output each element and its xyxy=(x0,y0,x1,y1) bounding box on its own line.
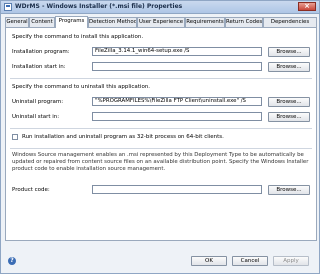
installation-program-field[interactable]: FileZilla_3.14.1_win64-setup.exe /S xyxy=(92,47,262,56)
apply-button[interactable]: Apply xyxy=(273,256,309,266)
cancel-button[interactable]: Cancel xyxy=(232,256,268,266)
tab-dependencies[interactable]: Dependencies xyxy=(263,17,317,27)
tab-programs[interactable]: Programs xyxy=(55,16,88,28)
window-icon xyxy=(4,3,12,11)
tab-requirements[interactable]: Requirements xyxy=(185,17,225,27)
run-32bit-label: Run installation and uninstall program a… xyxy=(22,134,224,140)
title-bar[interactable]: WDrMS - Windows Installer (*.msi file) P… xyxy=(1,1,319,14)
run-32bit-checkbox[interactable] xyxy=(12,134,18,140)
product-code-field[interactable] xyxy=(92,185,262,194)
window-title: WDrMS - Windows Installer (*.msi file) P… xyxy=(15,3,183,10)
uninstall-heading: Specify the command to uninstall this ap… xyxy=(12,84,151,90)
uninstall-program-browse-button[interactable]: Browse... xyxy=(268,97,310,107)
close-button[interactable]: × xyxy=(298,2,316,11)
separator xyxy=(10,78,312,79)
tab-content[interactable]: Content xyxy=(29,17,55,27)
installation-program-browse-button[interactable]: Browse... xyxy=(268,47,310,57)
tab-strip: General Content Programs Detection Metho… xyxy=(5,16,317,28)
properties-dialog: WDrMS - Windows Installer (*.msi file) P… xyxy=(0,0,320,274)
uninstall-start-in-label: Uninstall start in: xyxy=(12,114,60,120)
separator xyxy=(10,128,312,129)
installation-start-in-field[interactable] xyxy=(92,62,262,71)
tab-return-codes[interactable]: Return Codes xyxy=(225,17,263,27)
installation-program-label: Installation program: xyxy=(12,49,70,55)
tab-general[interactable]: General xyxy=(5,17,29,27)
uninstall-program-label: Uninstall program: xyxy=(12,99,64,105)
installation-start-in-label: Installation start in: xyxy=(12,64,66,70)
uninstall-program-field[interactable]: "%PROGRAMFILES%\FileZilla FTP Client\uni… xyxy=(92,97,262,106)
install-heading: Specify the command to install this appl… xyxy=(12,34,144,40)
product-code-label: Product code: xyxy=(12,187,50,193)
installation-start-in-browse-button[interactable]: Browse... xyxy=(268,62,310,72)
programs-panel: Specify the command to install this appl… xyxy=(5,27,317,241)
ok-button[interactable]: OK xyxy=(191,256,227,266)
tab-user-experience[interactable]: User Experience xyxy=(137,17,185,27)
uninstall-start-in-browse-button[interactable]: Browse... xyxy=(268,112,310,122)
product-code-browse-button[interactable]: Browse... xyxy=(268,185,310,195)
help-icon[interactable]: ? xyxy=(8,257,16,265)
tab-detection-method[interactable]: Detection Method xyxy=(88,17,137,27)
separator xyxy=(10,148,312,149)
source-management-description: Windows Source management enables an .ms… xyxy=(12,152,309,172)
uninstall-start-in-field[interactable] xyxy=(92,112,262,121)
